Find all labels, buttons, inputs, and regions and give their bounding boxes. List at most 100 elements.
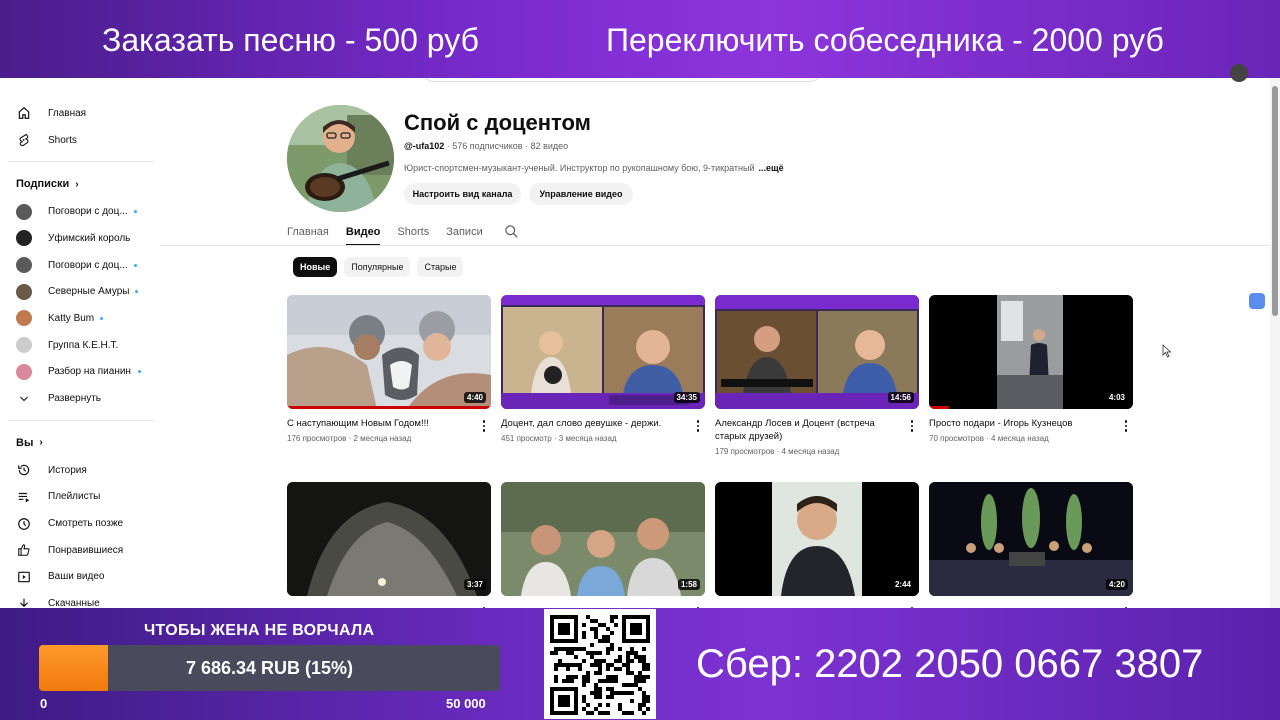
manage-videos-button[interactable]: Управление видео (529, 183, 633, 205)
new-content-dot (135, 290, 139, 294)
video-thumbnail[interactable]: 2:44 (715, 482, 919, 596)
sidebar-subscription-item[interactable]: Северные Амуры (0, 278, 160, 305)
sidebar-item-history[interactable]: История (0, 457, 160, 484)
video-title[interactable]: Доцент, дал слово девушке - держи. (501, 417, 705, 430)
more-actions-icon[interactable] (907, 419, 917, 433)
channel-avatar-icon (16, 257, 32, 274)
divider (8, 419, 154, 421)
sidebar-item-label: Ваши видео (48, 571, 105, 583)
channel-avatar-icon (16, 363, 32, 380)
channel-meta: @-ufa102 · 576 подписчиков · 82 видео (404, 141, 568, 151)
top-donation-banner: Заказать песню - 500 руб Переключить соб… (0, 0, 1280, 78)
home-icon (16, 105, 32, 121)
sort-chips: Новые Популярные Старые (293, 257, 470, 277)
video-title[interactable]: Александр Лосев и Доцент (встреча старых… (715, 417, 919, 443)
sidebar-item-your-videos[interactable]: Ваши видео (0, 564, 160, 591)
translate-icon[interactable] (1249, 293, 1265, 309)
video-card[interactable]: 1:58 (501, 482, 705, 619)
sidebar-item-label: Группа К.Е.Н.Т. (48, 339, 119, 351)
chip-oldest[interactable]: Старые (417, 257, 464, 277)
bottom-donation-banner: ЧТОБЫ ЖЕНА НЕ ВОРЧАЛА 7 686.34 RUB (15%)… (0, 608, 1280, 720)
sidebar-item-shorts[interactable]: Shorts (0, 127, 160, 154)
order-song-text: Заказать песню - 500 руб (102, 22, 479, 58)
scrollbar-thumb[interactable] (1272, 86, 1278, 316)
video-title[interactable]: Просто подари - Игорь Кузнецов (929, 417, 1133, 430)
video-thumbnail[interactable]: 1:58 (501, 482, 705, 596)
video-card[interactable]: 3:37 (287, 482, 491, 619)
channel-title: Спой с доцентом (404, 110, 591, 135)
new-content-dot (138, 370, 141, 374)
video-card[interactable]: 4:20 (929, 482, 1133, 619)
sidebar-subscription-item[interactable]: Уфимский король (0, 225, 160, 252)
page-scrollbar[interactable] (1270, 78, 1280, 608)
sidebar-subscription-item[interactable]: Разбор на пианин... (0, 359, 160, 386)
chip-popular[interactable]: Популярные (344, 257, 411, 277)
video-thumbnail[interactable]: 4:20 (929, 482, 1133, 596)
tab-shorts[interactable]: Shorts (397, 218, 429, 246)
video-card[interactable]: 2:44 (715, 482, 919, 619)
expand-subscriptions-button[interactable]: Развернуть (0, 385, 160, 412)
new-content-dot (133, 210, 137, 214)
chip-newest[interactable]: Новые (293, 257, 338, 277)
video-card[interactable]: 14:56 Александр Лосев и Доцент (встреча … (715, 295, 919, 456)
video-duration: 2:44 (891, 579, 914, 590)
sidebar-item-label: Уфимский король (48, 232, 131, 244)
sidebar-subscription-item[interactable]: Katty Bum (0, 305, 160, 332)
tab-posts[interactable]: Записи (446, 218, 483, 246)
more-actions-icon[interactable] (479, 419, 489, 433)
switch-guest-text: Переключить собеседника - 2000 руб (606, 22, 1164, 58)
channel-avatar[interactable] (287, 105, 394, 212)
donation-goal-min: 0 (40, 696, 48, 711)
you-header[interactable]: Вы › (0, 429, 160, 457)
channel-handle: @-ufa102 (404, 141, 445, 151)
video-card[interactable]: 34:35 Доцент, дал слово девушке - держи.… (501, 295, 705, 443)
more-actions-icon[interactable] (693, 419, 703, 433)
video-thumbnail[interactable]: 34:35 (501, 295, 705, 409)
video-card[interactable]: 4:03 Просто подари - Игорь Кузнецов 70 п… (929, 295, 1133, 443)
video-duration: 34:35 (673, 392, 700, 403)
like-icon (16, 542, 32, 558)
search-icon[interactable] (504, 224, 520, 240)
playlists-icon (16, 489, 32, 505)
video-duration: 4:03 (1105, 392, 1128, 403)
sidebar-item-label: Северные Амуры (48, 286, 130, 298)
sidebar-item-watch-later[interactable]: Смотреть позже (0, 510, 160, 537)
subscriptions-header[interactable]: Подписки › (0, 170, 160, 198)
video-thumbnail[interactable]: 3:37 (287, 482, 491, 596)
subscriptions-list: Поговори с доц... Уфимский король Поговори… (0, 198, 160, 385)
sidebar-item-liked[interactable]: Понравившиеся (0, 537, 160, 564)
channel-page: Спой с доцентом @-ufa102 · 576 подписчик… (160, 78, 1270, 619)
sidebar-item-label: Поговори с доц... (48, 259, 128, 271)
donation-goal-max: 50 000 (446, 696, 486, 711)
more-actions-icon[interactable] (1121, 419, 1131, 433)
video-duration: 4:20 (1105, 579, 1128, 590)
video-card[interactable]: 4:40 С наступающим Новым Годом!!! 176 пр… (287, 295, 491, 443)
sidebar-item-home[interactable]: Главная (0, 100, 160, 127)
new-content-dot (133, 263, 137, 267)
tab-videos[interactable]: Видео (345, 218, 380, 246)
video-duration: 4:40 (463, 392, 486, 403)
video-title[interactable]: С наступающим Новым Годом!!! (287, 417, 491, 430)
sidebar-item-playlists[interactable]: Плейлисты (0, 484, 160, 511)
video-thumbnail[interactable]: 14:56 (715, 295, 919, 409)
sidebar-subscription-item[interactable]: Поговори с доц... (0, 198, 160, 225)
video-thumbnail[interactable]: 4:03 (929, 295, 1133, 409)
sidebar-item-label: Поговори с доц... (48, 206, 128, 218)
chevron-down-icon (16, 391, 32, 407)
tab-home[interactable]: Главная (287, 218, 329, 246)
your-videos-icon (16, 569, 32, 585)
video-duration: 14:56 (887, 392, 914, 403)
channel-description[interactable]: Юрист-спортсмен-музыкант-ученый. Инструк… (404, 163, 784, 173)
video-duration: 3:37 (463, 579, 486, 590)
video-thumbnail[interactable]: 4:40 (287, 295, 491, 409)
shorts-icon (16, 132, 32, 148)
sidebar-subscription-item[interactable]: Поговори с доц... (0, 252, 160, 279)
more-link[interactable]: ...ещё (759, 163, 784, 173)
sidebar-item-label: История (48, 464, 87, 476)
channel-tabs: Главная Видео Shorts Записи (287, 218, 520, 246)
channel-avatar-icon (16, 230, 32, 247)
customize-channel-button[interactable]: Настроить вид канала (404, 183, 521, 205)
sidebar-subscription-item[interactable]: Группа К.Е.Н.Т. (0, 332, 160, 359)
sidebar-item-label: Katty Bum (48, 312, 95, 324)
account-avatar[interactable] (1230, 64, 1248, 82)
